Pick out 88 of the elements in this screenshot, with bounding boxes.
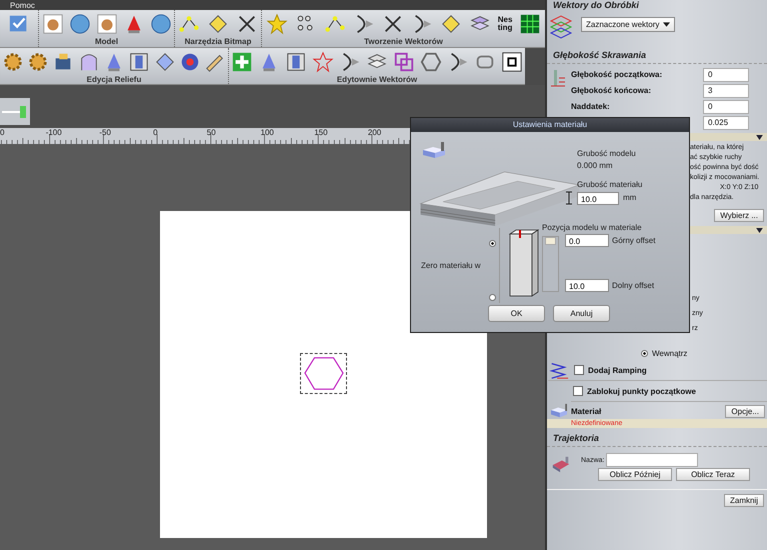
vectors-dropdown[interactable]: Zaznaczone wektory (581, 17, 676, 32)
nodes-icon[interactable] (324, 13, 346, 35)
top-offset-field[interactable]: 0.0 (565, 234, 609, 247)
field-label: Naddatek: (571, 102, 610, 111)
toolbar-group-label: Edytownie Wektorów (336, 76, 418, 84)
ruler-label: 0 (153, 128, 158, 137)
field-label: Grubość modelu (577, 148, 637, 160)
picture-icon[interactable] (96, 13, 118, 35)
field-label: Górny offset (612, 234, 656, 246)
close-button[interactable]: Zamknij (724, 494, 764, 507)
checkbox[interactable] (573, 386, 583, 396)
ruler-label: 0 (0, 128, 4, 137)
diamond-icon[interactable] (440, 13, 462, 35)
radio-button[interactable] (489, 294, 496, 301)
hexagon-icon[interactable] (420, 51, 442, 73)
squares-icon[interactable] (392, 51, 415, 73)
section-title: Trajektoria (547, 430, 767, 447)
caret-icon (756, 134, 763, 140)
input-field[interactable]: 0 (703, 68, 749, 82)
thickness-marker-icon (565, 191, 573, 205)
layers-icon (549, 13, 573, 41)
checkbox[interactable] (574, 365, 584, 375)
disk-icon[interactable] (150, 13, 172, 35)
ruler-label: 150 (314, 128, 328, 137)
material-block-icon (421, 142, 447, 160)
caret-icon (756, 228, 763, 232)
section-title: Głębokość Skrawania (547, 47, 767, 64)
field-label: Głębokość końcowa: (571, 86, 652, 95)
diamond-icon[interactable] (154, 51, 176, 73)
input-field[interactable]: 0 (703, 100, 749, 114)
toolbar-group-label: Narzędzia Bitmap (184, 38, 252, 46)
nesting-tool[interactable]: Nes ting (498, 16, 512, 32)
frame-icon[interactable] (128, 51, 150, 73)
section-title: Wektory do Obróbki (552, 0, 640, 12)
cancel-button[interactable]: Anuluj (553, 305, 610, 322)
checkbox-label: Dodaj Ramping (588, 366, 647, 374)
calculate-button[interactable]: Oblicz Później (598, 468, 672, 481)
diamond-icon[interactable] (206, 13, 229, 35)
name-field[interactable] (606, 453, 698, 467)
radio-button[interactable] (641, 350, 648, 356)
picture-icon[interactable] (42, 13, 64, 35)
input-field[interactable]: 0.025 (703, 116, 749, 130)
frame-icon[interactable] (285, 51, 308, 73)
target-icon[interactable] (500, 51, 523, 73)
radio-option[interactable]: Wewnątrz (547, 346, 688, 360)
ruler-label: -50 (99, 128, 111, 137)
select-button[interactable]: Wybierz ... (714, 209, 764, 222)
options-button[interactable]: Opcje... (725, 404, 765, 418)
calculate-button[interactable]: Oblicz Teraz (676, 468, 750, 481)
material-thickness-field[interactable]: 10.0 (577, 192, 619, 204)
gear-icon[interactable] (26, 51, 49, 73)
ok-button[interactable]: OK (488, 305, 545, 322)
ruler-label: 100 (260, 128, 274, 137)
toolbar-group-label: Model (94, 38, 118, 46)
toolbar-group-label: Tworzenie Wektorów (364, 38, 443, 46)
field-label: Głębokość początkowa: (571, 70, 662, 79)
gear-icon[interactable] (2, 51, 24, 73)
field-label: Dolny offset (612, 280, 654, 292)
ruler-label: -100 (46, 128, 62, 137)
section-title: Pozycja modelu w materiale (542, 222, 643, 234)
dialog-title: Ustawienia materiału (411, 118, 689, 132)
position-slider[interactable] (542, 236, 559, 292)
toolpath-icon (551, 455, 571, 475)
toolbar-group-label: Edycja Reliefu (86, 76, 142, 84)
menu-item[interactable]: Pomoc (10, 1, 35, 10)
radio-label: Wewnątrz (652, 348, 688, 358)
field-label: Zero materiału w (420, 260, 482, 272)
model-thickness-value: 0.000 mm (577, 160, 614, 172)
slider-thumb[interactable] (545, 237, 556, 245)
star-icon[interactable] (266, 13, 288, 35)
input-field[interactable]: 3 (703, 84, 749, 98)
unit-label: mm (623, 192, 636, 204)
star-icon[interactable] (312, 51, 334, 73)
radio-button[interactable] (489, 240, 496, 247)
ruler-label: 200 (368, 128, 382, 137)
plus-icon[interactable] (231, 51, 254, 73)
field-label: Grubość materiału (577, 179, 642, 191)
material-block-icon (549, 403, 569, 419)
grid-icon[interactable] (519, 13, 542, 35)
checkbox-label: Zablokuj punkty początkowe (587, 386, 696, 396)
zigzag-icon (548, 360, 570, 380)
bottom-offset-field[interactable]: 10.0 (565, 279, 609, 292)
disk-icon[interactable] (68, 13, 90, 35)
caret-icon (663, 22, 670, 27)
nodes-icon[interactable] (178, 13, 200, 35)
section-title: Materiał (571, 406, 602, 416)
material-column-drawing (508, 228, 540, 298)
ruler-label: 50 (206, 128, 216, 137)
